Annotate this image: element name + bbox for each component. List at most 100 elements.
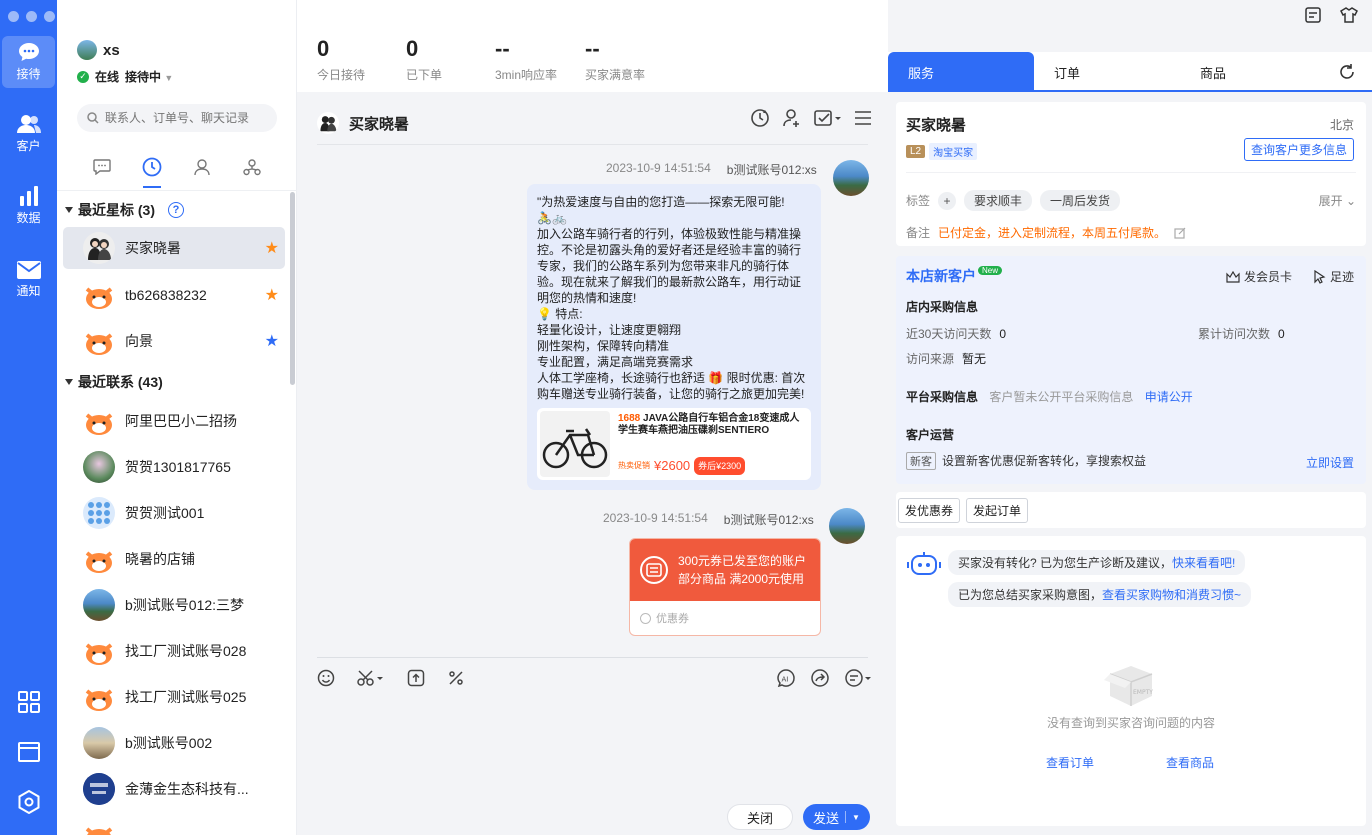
avatar[interactable] xyxy=(833,160,869,196)
contact-item[interactable]: 金薄金生态科技有... xyxy=(63,768,285,810)
footprint-button[interactable]: 足迹 xyxy=(1312,268,1354,285)
contact-item[interactable]: 找工厂测试账号025 xyxy=(63,676,285,718)
section-title: 平台采购信息 xyxy=(906,390,979,404)
rail-apps-button[interactable] xyxy=(0,676,57,728)
minimize-dot[interactable] xyxy=(26,11,37,22)
shirt-icon[interactable] xyxy=(1340,6,1358,24)
star-icon[interactable]: ★ xyxy=(265,238,279,258)
contact-item[interactable]: 找工厂测试账号028 xyxy=(63,630,285,672)
search-box[interactable] xyxy=(77,104,277,132)
message-line: 💡 特点: xyxy=(537,307,583,321)
chevron-down-icon: ⌄ xyxy=(1345,194,1356,208)
query-more-button[interactable]: 查询客户更多信息 xyxy=(1244,138,1354,161)
close-dot[interactable] xyxy=(8,11,19,22)
ai-link[interactable]: 查看买家购物和消费习惯~ xyxy=(1102,588,1241,602)
quick-reply-icon[interactable] xyxy=(844,668,872,688)
stat-ordered: 0 已下单 xyxy=(406,36,442,83)
stats-header: 0 今日接待 0 已下单 -- 3min响应率 -- 买家满意率 xyxy=(297,0,888,92)
group-title: 最近星标 (3) xyxy=(78,202,155,218)
star-icon[interactable]: ★ xyxy=(265,285,279,305)
rail-window-button[interactable] xyxy=(0,726,57,778)
create-order-button[interactable]: 发起订单 xyxy=(966,497,1029,523)
contact-item[interactable]: 买家晓暑 ★ xyxy=(63,227,285,269)
contact-item[interactable]: 晓暑的店铺 xyxy=(63,538,285,580)
edit-icon[interactable] xyxy=(1174,227,1186,239)
rail-item-customers[interactable]: 客户 xyxy=(0,108,57,160)
tab-orders[interactable]: 订单 xyxy=(1034,52,1080,92)
input-toolbar: AI xyxy=(317,668,872,688)
contact-item[interactable]: 向景 ★ xyxy=(63,320,285,362)
ai-assistant-icon[interactable]: AI xyxy=(776,668,796,688)
message-bubble[interactable]: "为热爱速度与自由的您打造——探索无限可能! 🚴🚲 加入公路车骑行者的行列，体验… xyxy=(527,184,821,490)
notes-icon[interactable] xyxy=(1304,6,1322,24)
reception-mode-dropdown[interactable]: 接待中 ▼ xyxy=(125,68,173,85)
expand-tags-button[interactable]: 展开 ⌄ xyxy=(1319,192,1356,209)
avatar[interactable] xyxy=(829,508,865,544)
product-name: JAVA公路自行车铝合金18变速成人学生赛车燕把油压碟刹SENTIERO xyxy=(618,413,800,436)
avatar xyxy=(83,681,115,713)
crown-icon xyxy=(1226,270,1240,283)
contact-item[interactable]: 贺贺测试001 xyxy=(63,492,285,534)
maximize-dot[interactable] xyxy=(44,11,55,22)
upload-file-icon[interactable] xyxy=(407,669,425,687)
emoji-icon[interactable] xyxy=(317,669,335,687)
tab-service[interactable]: 服务 xyxy=(888,52,1034,92)
forward-icon[interactable] xyxy=(810,668,830,688)
contact-item[interactable]: b测试账号012:三梦 xyxy=(63,584,285,626)
search-input[interactable] xyxy=(105,111,265,125)
tab-messages[interactable] xyxy=(87,152,117,182)
rail-settings-button[interactable] xyxy=(0,776,57,828)
tag[interactable]: 要求顺丰 xyxy=(964,190,1033,211)
close-button[interactable]: 关闭 xyxy=(727,804,793,830)
tag[interactable]: 一周后发货 xyxy=(1040,190,1121,211)
window-controls[interactable] xyxy=(8,11,55,22)
buyer-city: 北京 xyxy=(1329,118,1354,132)
contact-item[interactable]: tb626838232 ★ xyxy=(63,274,285,316)
contact-scrollbar[interactable] xyxy=(290,192,295,385)
help-icon[interactable]: ? xyxy=(168,202,184,218)
refresh-icon[interactable] xyxy=(1338,63,1356,81)
product-card[interactable]: 1688 JAVA公路自行车铝合金18变速成人学生赛车燕把油压碟刹SENTIER… xyxy=(537,408,811,480)
send-member-card-button[interactable]: 发会员卡 xyxy=(1226,268,1292,285)
message-meta: 2023-10-9 14:51:54 b测试账号012:xs xyxy=(606,161,817,178)
contact-item[interactable]: 阿里巴巴小二招扬 xyxy=(63,400,285,442)
rail-item-data[interactable]: 数据 xyxy=(0,180,57,232)
online-status: 在线 xyxy=(95,70,120,84)
discount-icon[interactable] xyxy=(447,669,465,687)
chevron-down-icon[interactable]: ▼ xyxy=(852,813,860,822)
product-price: ¥2600 xyxy=(654,458,691,473)
send-button[interactable]: 发送 ▼ xyxy=(803,804,870,830)
group-starred-header[interactable]: 最近星标 (3) ? xyxy=(65,200,184,220)
contact-item[interactable]: 贺贺1301817765 xyxy=(63,446,285,488)
tab-contacts[interactable] xyxy=(187,152,217,182)
transfer-icon[interactable] xyxy=(750,108,770,128)
contact-item[interactable]: b测试账号002 xyxy=(63,722,285,764)
visit-source: 访问来源 暂无 xyxy=(906,350,986,367)
window-top-icons xyxy=(1304,6,1358,24)
tab-goods[interactable]: 商品 xyxy=(1180,52,1226,92)
avatar[interactable] xyxy=(77,40,97,60)
task-check-icon[interactable] xyxy=(814,108,842,128)
rail-item-notice[interactable]: 通知 xyxy=(0,254,57,306)
star-icon[interactable]: ★ xyxy=(265,331,279,351)
set-now-link[interactable]: 立即设置 xyxy=(1306,454,1354,471)
tab-recent[interactable] xyxy=(137,152,167,188)
scissors-icon[interactable] xyxy=(357,669,385,687)
add-contact-icon[interactable] xyxy=(782,108,802,128)
rail-item-reception[interactable]: 接待 xyxy=(2,36,55,88)
avatar[interactable] xyxy=(317,112,339,134)
person-icon xyxy=(194,158,210,175)
add-tag-button[interactable]: + xyxy=(938,191,957,210)
ai-link[interactable]: 快来看看吧! xyxy=(1172,556,1235,570)
company-logo-icon xyxy=(83,773,115,805)
menu-icon[interactable] xyxy=(854,110,872,126)
group-recent-header[interactable]: 最近联系 (43) xyxy=(65,372,163,392)
right-tabs: 服务 订单 商品 xyxy=(888,52,1372,92)
view-order-link[interactable]: 查看订单 xyxy=(1046,754,1094,771)
contact-item-partial[interactable] xyxy=(63,814,285,835)
view-goods-link[interactable]: 查看商品 xyxy=(1166,754,1214,771)
send-coupon-button[interactable]: 发优惠券 xyxy=(898,497,961,523)
coupon-card[interactable]: 300元券已发至您的账户 部分商品 满2000元使用 优惠券 xyxy=(629,538,821,636)
apply-public-link[interactable]: 申请公开 xyxy=(1145,390,1193,404)
tab-groups[interactable] xyxy=(237,152,267,182)
